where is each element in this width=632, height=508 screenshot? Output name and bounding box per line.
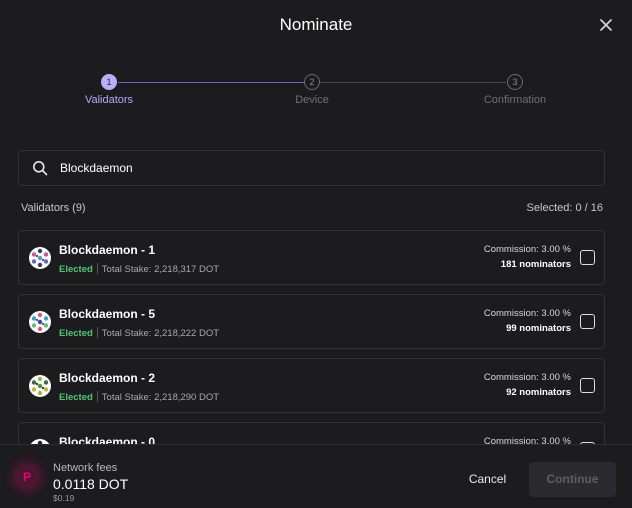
total-stake: Total Stake: 2,218,317 DOT xyxy=(101,264,220,275)
step-label: Device xyxy=(295,94,329,106)
commission: Commission: 3.00 % xyxy=(483,244,571,255)
validators-count: Validators (9) xyxy=(21,202,86,214)
step-number: 1 xyxy=(101,74,117,90)
fee-label: Network fees xyxy=(53,462,118,474)
continue-button[interactable]: Continue xyxy=(529,462,616,497)
commission: Commission: 3.00 % xyxy=(483,308,571,319)
validator-name: Blockdaemon - 1 xyxy=(59,243,156,257)
step-label: Validators xyxy=(84,94,134,106)
search-icon xyxy=(33,161,48,176)
validator-meta: Elected Total Stake: 2,218,290 DOT xyxy=(59,391,219,403)
step-number: 3 xyxy=(507,74,523,90)
step-label: Confirmation xyxy=(483,94,547,106)
divider xyxy=(96,391,98,402)
commission: Commission: 3.00 % xyxy=(483,436,571,444)
polkadot-icon: P xyxy=(14,464,40,490)
validator-row[interactable]: Blockdaemon - 1 Elected Total Stake: 2,21… xyxy=(18,230,605,285)
commission: Commission: 3.00 % xyxy=(483,372,571,383)
status-badge: Elected xyxy=(59,328,93,339)
divider xyxy=(96,263,98,274)
validator-name: Blockdaemon - 5 xyxy=(59,307,156,321)
step-number: 2 xyxy=(304,74,320,90)
status-badge: Elected xyxy=(59,264,93,275)
validator-checkbox[interactable] xyxy=(580,250,595,265)
total-stake: Total Stake: 2,218,290 DOT xyxy=(101,392,220,403)
search-box xyxy=(18,150,605,186)
step-confirmation: 3 Confirmation xyxy=(455,74,575,106)
validator-avatar xyxy=(29,311,51,333)
fee-fiat-value: $0.19 xyxy=(53,493,75,503)
nominators-count: 92 nominators xyxy=(506,387,571,398)
step-device: 2 Device xyxy=(252,74,372,106)
cancel-button[interactable]: Cancel xyxy=(450,462,525,497)
validator-avatar xyxy=(29,375,51,397)
fee-value: 0.0118 DOT xyxy=(53,476,129,492)
nominate-modal: Nominate 1 Validators 2 Device 3 Confirm… xyxy=(0,0,632,508)
divider xyxy=(96,327,98,338)
validator-name: Blockdaemon - 0 xyxy=(59,435,156,444)
step-validators: 1 Validators xyxy=(49,74,169,106)
validator-meta: Elected Total Stake: 2,218,222 DOT xyxy=(59,327,219,339)
close-icon xyxy=(600,19,612,31)
validator-list[interactable]: Blockdaemon - 1 Elected Total Stake: 2,21… xyxy=(18,230,606,444)
validator-meta: Elected Total Stake: 2,218,317 DOT xyxy=(59,263,219,275)
validator-row[interactable]: Blockdaemon - 5 Elected Total Stake: 2,21… xyxy=(18,294,605,349)
status-badge: Elected xyxy=(59,392,93,403)
nominators-count: 181 nominators xyxy=(500,259,571,270)
modal-title: Nominate xyxy=(279,15,353,34)
validator-checkbox[interactable] xyxy=(580,314,595,329)
validator-checkbox[interactable] xyxy=(580,378,595,393)
nominators-count: 99 nominators xyxy=(506,323,571,334)
validator-avatar xyxy=(29,247,51,269)
close-button[interactable] xyxy=(598,17,614,33)
validator-row[interactable]: Blockdaemon - 2 Elected Total Stake: 2,21… xyxy=(18,358,605,413)
search-input[interactable] xyxy=(60,151,590,185)
validator-name: Blockdaemon - 2 xyxy=(59,371,156,385)
selected-count: Selected: 0 / 16 xyxy=(526,202,603,214)
validator-row[interactable]: Blockdaemon - 0 Commission: 3.00 % xyxy=(18,422,605,444)
footer: P Network fees 0.0118 DOT $0.19 Cancel C… xyxy=(0,444,632,508)
stepper: 1 Validators 2 Device 3 Confirmation xyxy=(0,74,632,114)
total-stake: Total Stake: 2,218,222 DOT xyxy=(101,328,220,339)
